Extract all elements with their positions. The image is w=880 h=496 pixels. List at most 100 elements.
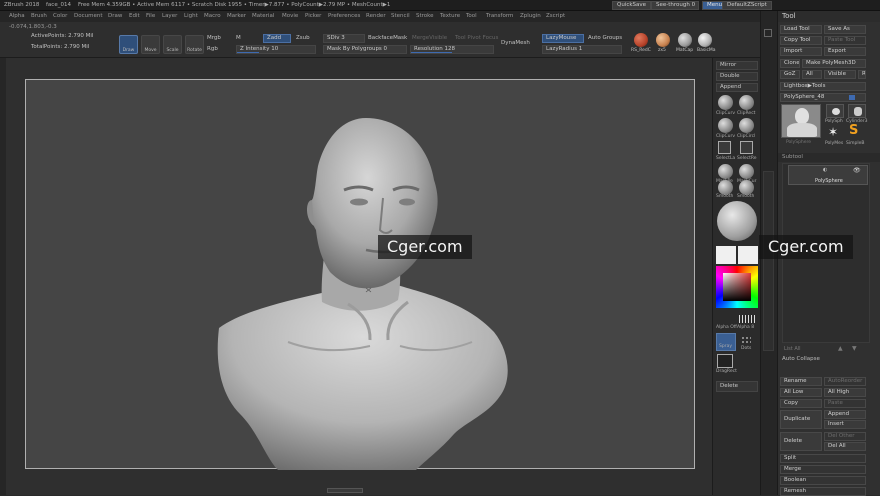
delete-button[interactable]: Delete — [716, 381, 758, 392]
dynamesh-button[interactable]: DynaMesh — [501, 40, 530, 46]
copy-button[interactable]: Copy — [780, 399, 822, 408]
menu-preferences[interactable]: Preferences — [328, 13, 360, 19]
select-lasso-icon[interactable] — [718, 141, 731, 154]
alpha-icon[interactable] — [739, 315, 757, 323]
menu-light[interactable]: Light — [184, 13, 198, 19]
list-all-button[interactable]: List All — [784, 346, 801, 352]
subtool-header[interactable]: Subtool — [778, 153, 880, 162]
mask-by-polygroups-slider[interactable]: Mask By Polygroups 0 — [323, 45, 407, 54]
menu-macro[interactable]: Macro — [204, 13, 221, 19]
current-tool-slider[interactable]: PolySphere_48 — [780, 93, 866, 102]
current-tool-thumbnail[interactable] — [781, 104, 821, 138]
autoreorder-button[interactable]: AutoReorder — [824, 377, 866, 386]
color-saturation-square[interactable] — [723, 273, 751, 301]
menu-picker[interactable]: Picker — [305, 13, 321, 19]
clone-button[interactable]: Clone — [780, 59, 800, 68]
paste-tool-button[interactable]: Paste Tool — [824, 36, 866, 45]
simple-brush-icon[interactable]: S — [849, 123, 858, 138]
menu-color[interactable]: Color — [53, 13, 67, 19]
clip-curve-icon[interactable] — [718, 118, 733, 133]
z-intensity-slider[interactable]: Z Intensity 10 — [236, 45, 316, 54]
menu-movie[interactable]: Movie — [282, 13, 298, 19]
menu-brush[interactable]: Brush — [31, 13, 47, 19]
material-matcap-icon[interactable] — [678, 33, 692, 47]
double-button[interactable]: Double — [716, 72, 758, 81]
m-button[interactable]: M — [236, 35, 241, 41]
export-button[interactable]: Export — [824, 47, 866, 56]
default-zscript-button[interactable]: DefaultZScript — [722, 1, 772, 10]
smooth-brush-icon[interactable] — [718, 180, 733, 195]
menu-texture[interactable]: Texture — [440, 13, 460, 19]
backface-mask-button[interactable]: BackfaceMask — [368, 35, 407, 41]
menu-marker[interactable]: Marker — [227, 13, 246, 19]
menu-draw[interactable]: Draw — [108, 13, 122, 19]
load-tool-button[interactable]: Load Tool — [780, 25, 822, 34]
canvas-scroll-handle[interactable] — [327, 488, 363, 493]
merge-visible-button[interactable]: MergeVisible — [412, 35, 447, 41]
save-as-button[interactable]: Save As — [824, 25, 866, 34]
menu-stroke[interactable]: Stroke — [416, 13, 434, 19]
clip-circle-icon[interactable] — [739, 118, 754, 133]
lazyradius-slider[interactable]: LazyRadius 1 — [542, 45, 622, 54]
mirror-button[interactable]: Mirror — [716, 61, 758, 70]
sdiv-slider[interactable]: SDiv 3 — [323, 34, 365, 43]
scale-mode-button[interactable]: Scale — [163, 35, 182, 54]
arrow-down-icon[interactable]: ▼ — [852, 345, 857, 352]
menu-layer[interactable]: Layer — [162, 13, 177, 19]
del-all-button[interactable]: Del All — [824, 442, 866, 451]
star-polymesh-icon[interactable]: ✶ — [828, 125, 838, 139]
all-high-button[interactable]: All High — [824, 388, 866, 397]
menu-stencil[interactable]: Stencil — [391, 13, 410, 19]
make-polymesh-button[interactable]: Make PolyMesh3D — [802, 59, 866, 68]
rotate-mode-button[interactable]: Rotate — [185, 35, 204, 54]
all-low-button[interactable]: All Low — [780, 388, 822, 397]
rgb-button[interactable]: Rgb — [207, 46, 218, 52]
secondary-color-swatch[interactable] — [738, 246, 758, 264]
current-brush-icon[interactable] — [717, 201, 757, 241]
pivot-focus-button[interactable]: Tool Pivot Focus — [455, 35, 498, 41]
resolution-slider[interactable]: Resolution 128 — [410, 45, 494, 54]
copy-tool-button[interactable]: Copy Tool — [780, 36, 822, 45]
alpha-off-label[interactable]: Alpha Off — [716, 325, 737, 330]
move-mode-button[interactable]: Move — [141, 35, 160, 54]
paste-button[interactable]: Paste — [824, 399, 866, 408]
select-rect-icon[interactable] — [740, 141, 753, 154]
mask-pen-icon[interactable] — [718, 164, 733, 179]
auto-groups-button[interactable]: Auto Groups — [588, 35, 622, 41]
drag-rect-icon[interactable] — [717, 354, 733, 368]
clip-rect-icon[interactable] — [739, 95, 754, 110]
menu-zplugin[interactable]: Zplugin — [520, 13, 541, 19]
duplicate-button[interactable]: Duplicate — [780, 410, 822, 429]
zsub-button[interactable]: Zsub — [296, 35, 310, 41]
menu-document[interactable]: Document — [74, 13, 103, 19]
auto-collapse-toggle[interactable]: Auto Collapse — [782, 356, 820, 362]
insert-button[interactable]: Insert — [824, 420, 866, 429]
eye-icon[interactable]: 👁 — [853, 167, 861, 174]
subtool-item[interactable]: PolySphere 👁 ◐ — [788, 165, 868, 185]
append-subtool-button[interactable]: Append — [824, 410, 866, 419]
append-button[interactable]: Append — [716, 83, 758, 92]
lightbox-tools-button[interactable]: Lightbox▶Tools — [780, 82, 866, 91]
material-zx5-icon[interactable] — [656, 33, 670, 47]
cylinder-thumb-icon[interactable] — [848, 104, 866, 118]
tool-panel-title[interactable]: Tool — [778, 11, 880, 22]
polypaint-icon[interactable]: ◐ — [823, 167, 827, 173]
viewport-canvas[interactable] — [25, 79, 695, 470]
arrow-up-icon[interactable]: ▲ — [838, 345, 843, 352]
delete-subtool-button[interactable]: Delete — [780, 432, 822, 451]
import-button[interactable]: Import — [780, 47, 822, 56]
menu-edit[interactable]: Edit — [129, 13, 140, 19]
alpha-label[interactable]: Alpha 8 — [737, 325, 754, 330]
tray-toggle[interactable] — [764, 29, 772, 37]
draw-mode-button[interactable]: Draw — [119, 35, 138, 54]
mask-curve-icon[interactable] — [739, 164, 754, 179]
menu-tool[interactable]: Tool — [466, 13, 477, 19]
all-button[interactable]: All — [802, 70, 822, 79]
slider-handle[interactable] — [849, 95, 855, 100]
lazymouse-button[interactable]: LazyMouse — [542, 34, 584, 43]
r-button[interactable]: R — [858, 70, 866, 79]
merge-section[interactable]: Merge — [780, 465, 866, 474]
visible-button[interactable]: Visible — [824, 70, 856, 79]
primary-color-swatch[interactable] — [716, 246, 736, 264]
del-other-button[interactable]: Del Other — [824, 432, 866, 441]
